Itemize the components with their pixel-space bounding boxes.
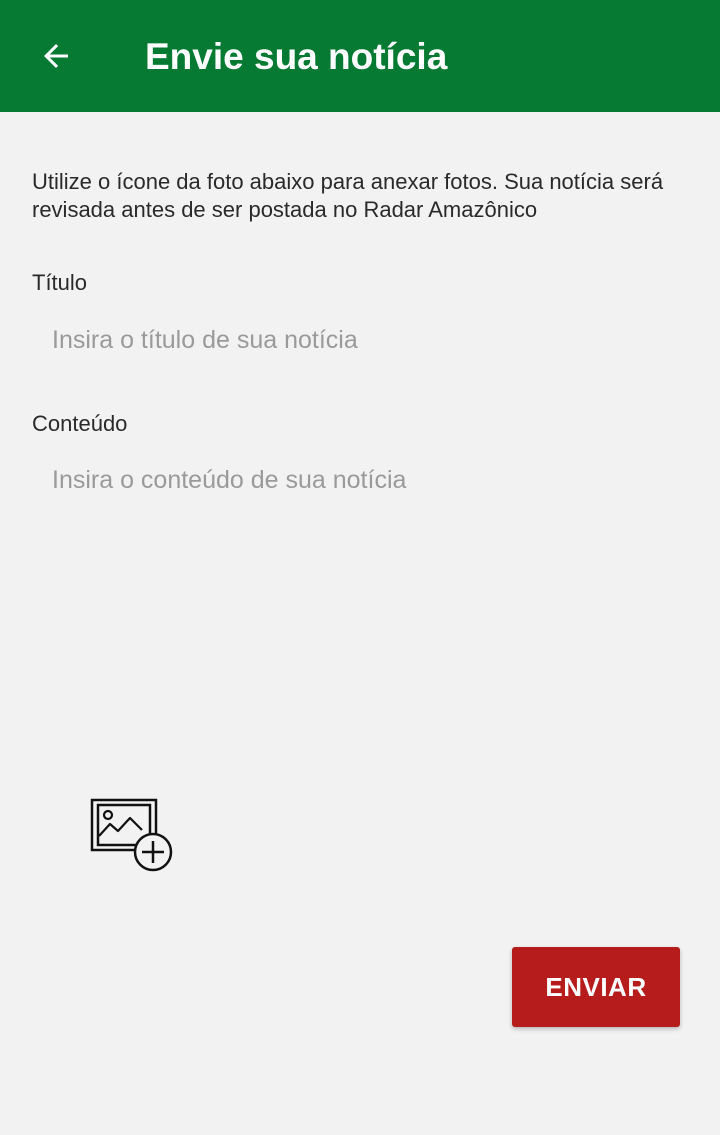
back-button[interactable] — [36, 36, 76, 76]
add-photo-button[interactable] — [90, 796, 176, 874]
content-label: Conteúdo — [32, 411, 128, 436]
title-label: Título — [32, 270, 88, 295]
page-title: Envie sua notícia — [145, 36, 448, 77]
app-bar: Envie sua notícia — [0, 0, 720, 112]
add-photo-icon — [90, 798, 173, 872]
arrow-left-icon — [44, 44, 68, 68]
intro-text: Utilize o ícone da foto abaixo para anex… — [32, 169, 664, 222]
title-input[interactable] — [32, 320, 682, 360]
content-input[interactable] — [32, 460, 682, 740]
send-button[interactable]: ENVIAR — [512, 947, 680, 1027]
